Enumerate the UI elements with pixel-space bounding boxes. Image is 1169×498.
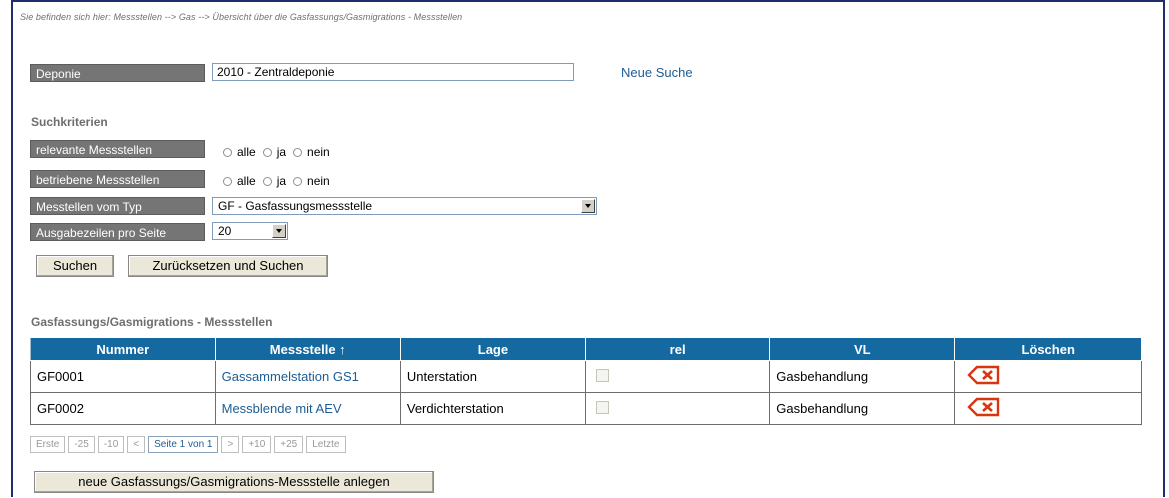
pager-current-page: Seite 1 von 1 bbox=[148, 436, 219, 453]
cell-rel bbox=[584, 360, 771, 393]
radio-label: nein bbox=[307, 174, 330, 188]
betrieben-label: betriebene Messstellen bbox=[30, 170, 205, 188]
pager-last[interactable]: Letzte bbox=[306, 436, 346, 453]
cell-lage: Unterstation bbox=[399, 360, 586, 393]
chevron-down-icon[interactable] bbox=[272, 224, 286, 238]
results-heading: Gasfassungs/Gasmigrations - Messstellen bbox=[31, 315, 273, 329]
search-criteria-heading: Suchkriterien bbox=[31, 115, 108, 129]
betrieben-radio-ja[interactable] bbox=[262, 176, 272, 186]
typ-select[interactable]: GF - Gasfassungsmessstelle bbox=[212, 197, 597, 215]
delete-x-icon[interactable] bbox=[967, 364, 1001, 386]
column-header-loeschen: Löschen bbox=[954, 337, 1142, 361]
rel-checkbox bbox=[595, 400, 609, 414]
search-button[interactable]: Suchen bbox=[36, 255, 114, 277]
cell-vl: Gasbehandlung bbox=[769, 392, 956, 425]
cell-delete bbox=[954, 360, 1142, 393]
radio-label: ja bbox=[276, 145, 287, 159]
column-header-messstelle[interactable]: Messstelle ↑ bbox=[214, 337, 401, 361]
cell-messstelle-link[interactable]: Messblende mit AEV bbox=[214, 392, 401, 425]
chevron-down-icon[interactable] bbox=[581, 199, 595, 213]
cell-vl: Gasbehandlung bbox=[769, 360, 956, 393]
relevant-radio-ja[interactable] bbox=[262, 147, 272, 157]
cell-rel bbox=[584, 392, 771, 425]
radio-label: alle bbox=[237, 174, 256, 188]
cell-delete bbox=[954, 392, 1142, 425]
deponie-field[interactable]: 2010 - Zentraldeponie bbox=[212, 63, 574, 81]
typ-label: Messtellen vom Typ bbox=[30, 197, 205, 215]
rel-checkbox bbox=[595, 368, 609, 382]
pager-next[interactable]: > bbox=[221, 436, 240, 453]
table-header-row: Nummer Messstelle ↑ Lage rel VL Löschen bbox=[30, 337, 1142, 361]
delete-x-icon[interactable] bbox=[967, 396, 1001, 418]
betrieben-radio-alle[interactable] bbox=[223, 176, 232, 186]
column-header-vl[interactable]: VL bbox=[769, 337, 956, 361]
pager-plus-10[interactable]: +10 bbox=[242, 436, 272, 453]
radio-label: ja bbox=[276, 174, 287, 188]
betrieben-radio-nein[interactable] bbox=[293, 176, 303, 186]
table-row: GF0002 Messblende mit AEV Verdichterstat… bbox=[30, 392, 1142, 425]
cell-lage: Verdichterstation bbox=[399, 392, 586, 425]
rows-per-page-select[interactable]: 20 bbox=[212, 222, 288, 240]
cell-nummer: GF0001 bbox=[30, 360, 216, 393]
pager-minus-10[interactable]: -10 bbox=[97, 436, 125, 453]
pager-plus-25[interactable]: +25 bbox=[274, 436, 304, 453]
relevant-label: relevante Messstellen bbox=[30, 140, 205, 158]
breadcrumb: Sie befinden sich hier: Messstellen --> … bbox=[20, 12, 463, 22]
cell-nummer: GF0002 bbox=[30, 392, 216, 425]
new-search-link[interactable]: Neue Suche bbox=[621, 65, 693, 80]
typ-select-value: GF - Gasfassungsmessstelle bbox=[218, 199, 373, 213]
column-header-nummer[interactable]: Nummer bbox=[30, 337, 216, 361]
pager-minus-25[interactable]: -25 bbox=[68, 436, 95, 453]
radio-label: nein bbox=[307, 145, 330, 159]
rows-per-page-value: 20 bbox=[218, 224, 232, 238]
create-messstelle-button[interactable]: neue Gasfassungs/Gasmigrations-Messstell… bbox=[34, 471, 434, 493]
column-header-rel[interactable]: rel bbox=[584, 337, 771, 361]
reset-and-search-button[interactable]: Zurücksetzen und Suchen bbox=[128, 255, 328, 277]
column-header-lage[interactable]: Lage bbox=[399, 337, 586, 361]
rows-per-page-label: Ausgabezeilen pro Seite bbox=[30, 223, 205, 241]
pager-first[interactable]: Erste bbox=[30, 436, 66, 453]
table-row: GF0001 Gassammelstation GS1 Unterstation… bbox=[30, 360, 1142, 393]
betrieben-radio-group: alle ja nein bbox=[223, 172, 337, 190]
relevant-radio-alle[interactable] bbox=[223, 147, 232, 157]
relevant-radio-nein[interactable] bbox=[293, 147, 303, 157]
pager-prev[interactable]: < bbox=[127, 436, 146, 453]
relevant-radio-group: alle ja nein bbox=[223, 143, 337, 161]
pagination: Erste -25 -10 < Seite 1 von 1 > +10 +25 … bbox=[30, 436, 349, 453]
cell-messstelle-link[interactable]: Gassammelstation GS1 bbox=[214, 360, 401, 393]
results-table: Nummer Messstelle ↑ Lage rel VL Löschen … bbox=[30, 337, 1142, 425]
radio-label: alle bbox=[237, 145, 256, 159]
deponie-label: Deponie bbox=[30, 64, 205, 82]
